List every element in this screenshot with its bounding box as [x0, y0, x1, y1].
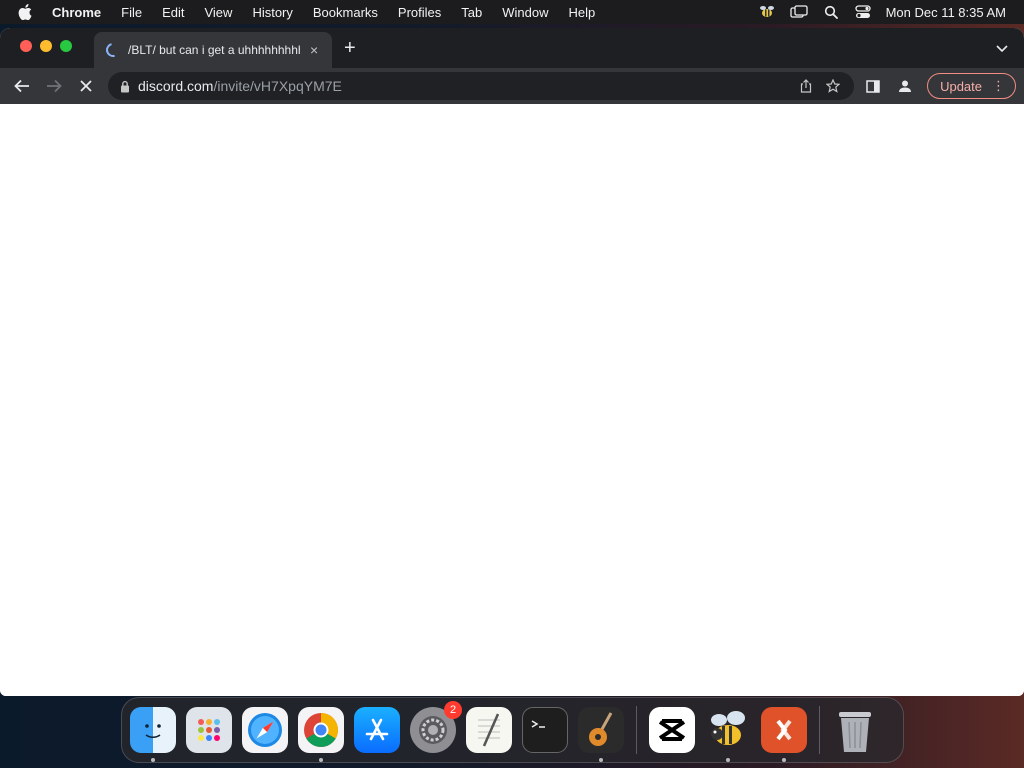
textedit-icon[interactable] [466, 707, 512, 753]
apple-menu-icon[interactable] [18, 4, 36, 20]
running-indicator [319, 758, 323, 762]
chrome-icon[interactable] [298, 707, 344, 762]
browser-window: /BLT/ but can i get a uhhhhhhhhhh × + di… [0, 28, 1024, 696]
tab-strip: /BLT/ but can i get a uhhhhhhhhhh × + [0, 28, 1024, 68]
menu-window[interactable]: Window [502, 5, 548, 20]
launchpad-icon[interactable] [186, 707, 232, 753]
spotlight-search-icon[interactable] [822, 3, 840, 21]
running-indicator [726, 758, 730, 762]
running-indicator [599, 758, 603, 762]
side-panel-icon[interactable] [863, 76, 883, 96]
page-content[interactable] [0, 104, 1024, 696]
back-button[interactable] [12, 76, 32, 96]
browser-toolbar: discord.com/invite/vH7XpqYM7E Update ⋮ [0, 68, 1024, 104]
dock-separator [819, 706, 820, 754]
zoom-window-button[interactable] [60, 40, 72, 52]
loading-spinner-icon [103, 40, 123, 60]
minimize-window-button[interactable] [40, 40, 52, 52]
chrome-menu-icon[interactable]: ⋮ [992, 78, 1005, 94]
menu-profiles[interactable]: Profiles [398, 5, 441, 20]
tab-title: /BLT/ but can i get a uhhhhhhhhhh [128, 43, 300, 57]
menu-help[interactable]: Help [569, 5, 596, 20]
share-icon[interactable] [800, 79, 812, 93]
url-host: discord.com [138, 78, 214, 94]
menu-bar: Chrome File Edit View History Bookmarks … [0, 0, 1024, 24]
finder-icon[interactable] [130, 707, 176, 762]
cyberduck-bee-icon[interactable] [705, 707, 751, 762]
lock-icon[interactable] [120, 80, 130, 93]
garageband-icon[interactable] [578, 707, 624, 762]
tab-close-button[interactable]: × [310, 42, 318, 58]
tab-active[interactable]: /BLT/ but can i get a uhhhhhhhhhh × [94, 32, 332, 68]
menu-history[interactable]: History [252, 5, 292, 20]
menu-view[interactable]: View [204, 5, 232, 20]
screen-mirroring-icon[interactable] [789, 3, 808, 21]
url-path: /invite/vH7XpqYM7E [213, 78, 342, 94]
terminal-icon[interactable] [522, 707, 568, 753]
new-tab-button[interactable]: + [344, 38, 356, 58]
window-controls [20, 40, 80, 52]
remote-desktop-icon[interactable] [761, 707, 807, 762]
running-indicator [151, 758, 155, 762]
menu-tab[interactable]: Tab [461, 5, 482, 20]
close-window-button[interactable] [20, 40, 32, 52]
update-button[interactable]: Update ⋮ [927, 73, 1016, 99]
forward-button[interactable] [44, 76, 64, 96]
running-indicator [782, 758, 786, 762]
dock-separator [636, 706, 637, 754]
menu-bookmarks[interactable]: Bookmarks [313, 5, 378, 20]
update-label: Update [940, 78, 982, 94]
menu-edit[interactable]: Edit [162, 5, 184, 20]
system-settings-icon[interactable]: 2 [410, 701, 462, 753]
dock: 2 [121, 697, 904, 763]
stop-loading-button[interactable] [76, 76, 96, 96]
menubar-clock[interactable]: Mon Dec 11 8:35 AM [886, 5, 1006, 20]
tab-search-chevron-icon[interactable] [996, 40, 1008, 58]
notification-badge: 2 [444, 701, 462, 719]
menu-file[interactable]: File [121, 5, 142, 20]
app-store-icon[interactable] [354, 707, 400, 753]
safari-icon[interactable] [242, 707, 288, 753]
profile-avatar-icon[interactable] [895, 76, 915, 96]
bee-status-icon[interactable] [758, 3, 776, 21]
bookmark-star-icon[interactable] [826, 79, 840, 93]
address-bar[interactable]: discord.com/invite/vH7XpqYM7E [108, 72, 854, 100]
menu-app-name[interactable]: Chrome [52, 5, 101, 20]
trash-icon[interactable] [832, 707, 878, 753]
capcut-icon[interactable] [649, 707, 695, 753]
control-center-icon[interactable] [854, 3, 872, 21]
